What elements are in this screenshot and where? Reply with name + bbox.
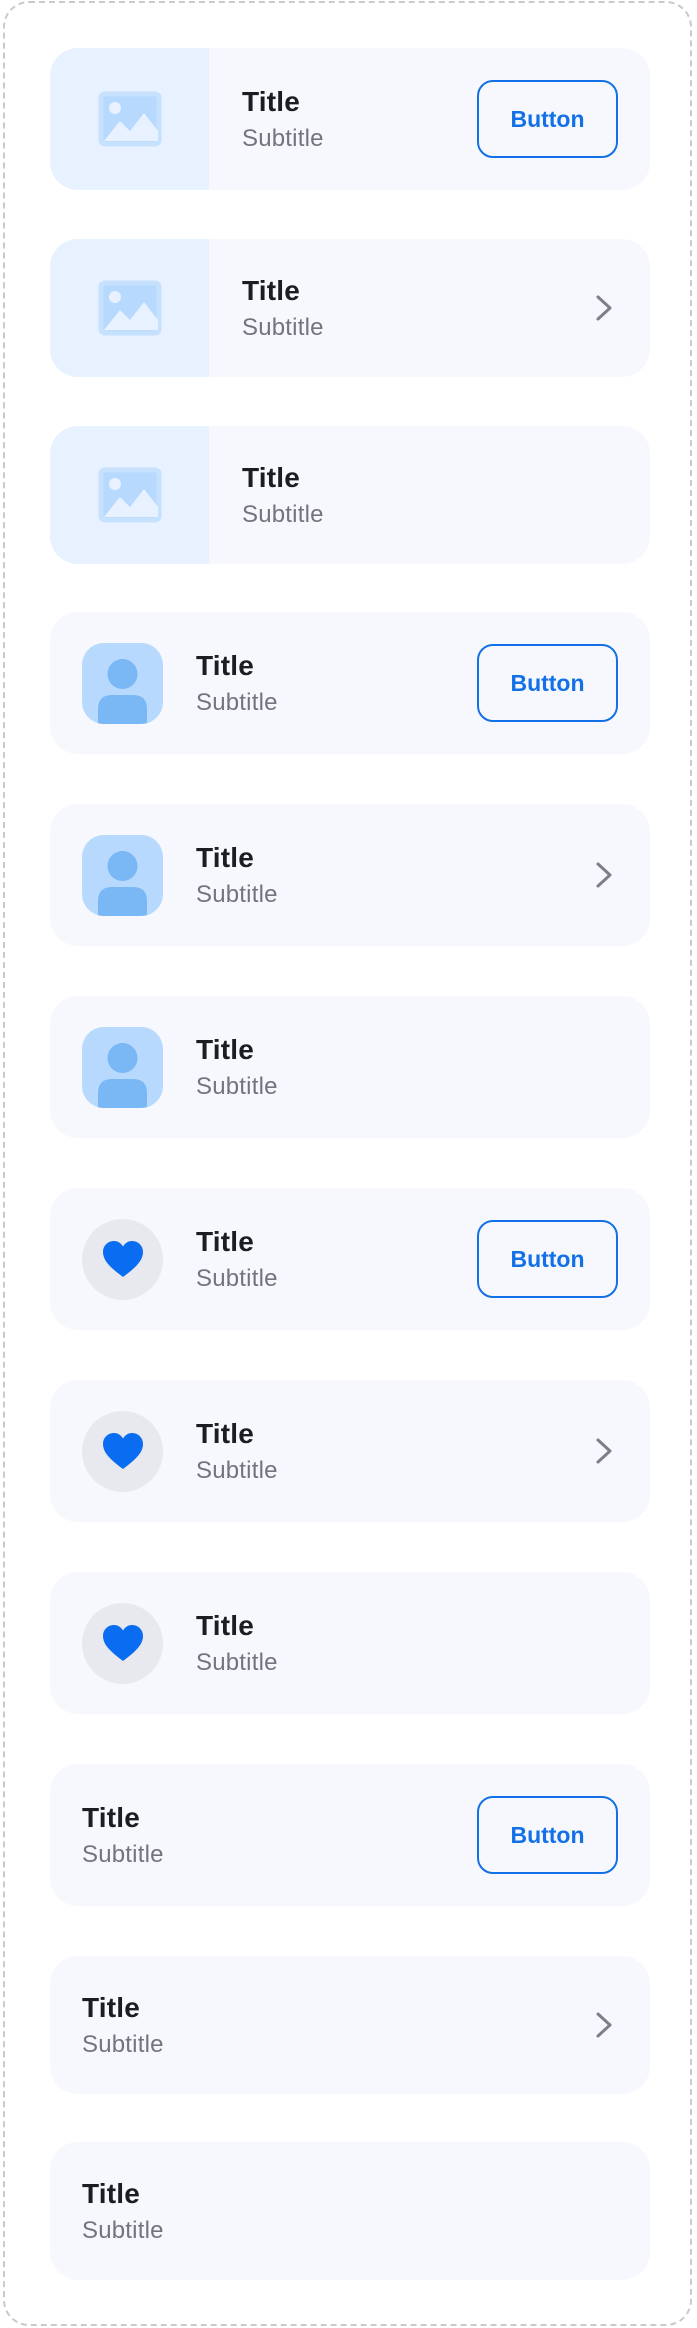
list-item[interactable]: Title Subtitle [50,1956,650,2094]
list-item: Title Subtitle [50,1572,650,1714]
image-placeholder-icon [50,48,209,190]
chevron-right-icon[interactable] [594,294,614,322]
list-item: Title Subtitle [50,426,650,564]
item-title: Title [196,1033,255,1065]
item-subtitle: Subtitle [242,124,324,152]
image-placeholder-icon [50,426,209,564]
list-item: Title Subtitle [50,2142,650,2280]
list-item[interactable]: Title Subtitle [50,239,650,377]
list-item: Title Subtitle Button [50,48,650,190]
item-subtitle: Subtitle [82,1840,164,1868]
item-title: Title [242,274,301,306]
item-title: Title [196,649,255,681]
item-subtitle: Subtitle [82,2030,164,2058]
item-text: Title Subtitle [242,461,650,530]
heart-icon [82,1410,163,1492]
chevron-right-icon[interactable] [594,1437,614,1465]
item-text: Title Subtitle [196,1417,594,1486]
item-action-button[interactable]: Button [477,1220,618,1298]
list-item: Title Subtitle [50,996,650,1138]
item-title: Title [196,841,255,873]
item-text: Title Subtitle [196,649,477,718]
item-text: Title Subtitle [82,1801,477,1870]
heart-icon [82,1218,163,1300]
item-title: Title [196,1417,255,1449]
item-title: Title [196,1225,255,1257]
heart-icon [82,1602,163,1684]
item-text: Title Subtitle [242,85,477,154]
item-text: Title Subtitle [242,274,594,343]
user-avatar-icon [82,834,163,916]
list-item[interactable]: Title Subtitle [50,1380,650,1522]
image-placeholder-icon [50,239,209,377]
item-subtitle: Subtitle [196,880,278,908]
item-title: Title [82,1991,141,2023]
item-text: Title Subtitle [82,2177,650,2246]
item-action-button[interactable]: Button [477,644,618,722]
chevron-right-icon[interactable] [594,2011,614,2039]
item-action-button[interactable]: Button [477,1796,618,1874]
item-title: Title [196,1609,255,1641]
item-subtitle: Subtitle [196,1072,278,1100]
item-subtitle: Subtitle [196,688,278,716]
user-avatar-icon [82,642,163,724]
item-subtitle: Subtitle [242,313,324,341]
item-text: Title Subtitle [196,1609,650,1678]
item-title: Title [82,1801,141,1833]
item-title: Title [242,461,301,493]
item-subtitle: Subtitle [196,1648,278,1676]
item-text: Title Subtitle [196,841,594,910]
chevron-right-icon[interactable] [594,861,614,889]
item-text: Title Subtitle [196,1033,650,1102]
item-text: Title Subtitle [82,1991,594,2060]
item-subtitle: Subtitle [196,1456,278,1484]
list-item: Title Subtitle Button [50,1188,650,1330]
user-avatar-icon [82,1026,163,1108]
item-subtitle: Subtitle [242,500,324,528]
item-text: Title Subtitle [196,1225,477,1294]
item-subtitle: Subtitle [196,1264,278,1292]
item-subtitle: Subtitle [82,2216,164,2244]
list-item: Title Subtitle Button [50,612,650,754]
item-title: Title [242,85,301,117]
list-item: Title Subtitle Button [50,1764,650,1906]
list-item[interactable]: Title Subtitle [50,804,650,946]
item-title: Title [82,2177,141,2209]
item-action-button[interactable]: Button [477,80,618,158]
